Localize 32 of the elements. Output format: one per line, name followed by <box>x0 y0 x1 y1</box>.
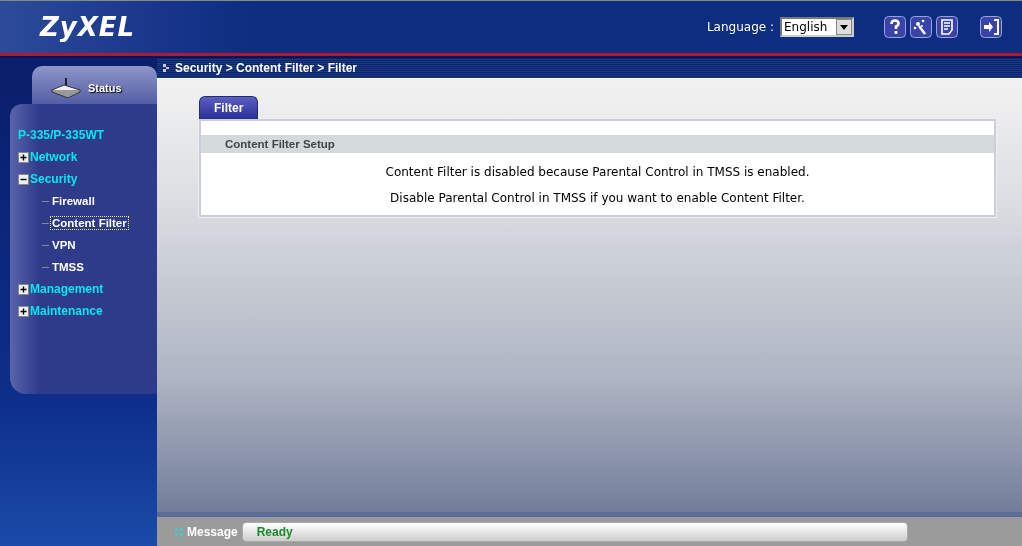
device-name: P-335/P-335WT <box>18 128 106 142</box>
message-label: Message <box>187 524 238 539</box>
help-icon[interactable] <box>884 16 906 38</box>
language-select[interactable]: English <box>780 17 854 37</box>
expand-icon[interactable] <box>18 305 29 317</box>
filter-tab[interactable]: Filter <box>199 96 259 119</box>
collapse-icon[interactable] <box>18 173 29 185</box>
magic-wand-icon[interactable] <box>910 16 932 38</box>
tree-item[interactable]: Management <box>30 282 104 296</box>
document-icon[interactable] <box>936 16 958 38</box>
info-text: Content Filter is disabled because Parental Control in TMSS is enabled. <box>384 165 811 179</box>
caret-icon <box>840 24 848 30</box>
tree-item[interactable]: Security <box>30 172 78 186</box>
language-label: Language : <box>706 20 774 34</box>
message-field: Ready <box>241 521 908 542</box>
tree-item[interactable]: Maintenance <box>30 304 103 318</box>
status-tab[interactable]: Status <box>88 82 122 94</box>
zyxel-logo: ZyXEL <box>40 12 136 42</box>
dots-icon <box>175 527 183 536</box>
router-icon <box>50 78 82 98</box>
logout-icon[interactable] <box>980 16 1002 38</box>
breadcrumb: Security > Content Filter > Filter <box>175 61 358 75</box>
expand-icon[interactable] <box>18 283 29 295</box>
tree-item[interactable]: VPN <box>51 239 77 251</box>
expand-icon[interactable] <box>18 151 29 163</box>
bullet-icon <box>163 64 169 72</box>
tree-item[interactable]: TMSS <box>51 261 85 273</box>
tree-item[interactable]: Content Filter <box>51 217 128 229</box>
section-title: Content Filter Setup <box>201 135 994 153</box>
tree-item[interactable]: Network <box>30 150 78 164</box>
info-text: Disable Parental Control in TMSS if you want to enable Content Filter. <box>389 191 806 205</box>
tree-item[interactable]: Firewall <box>51 195 96 207</box>
